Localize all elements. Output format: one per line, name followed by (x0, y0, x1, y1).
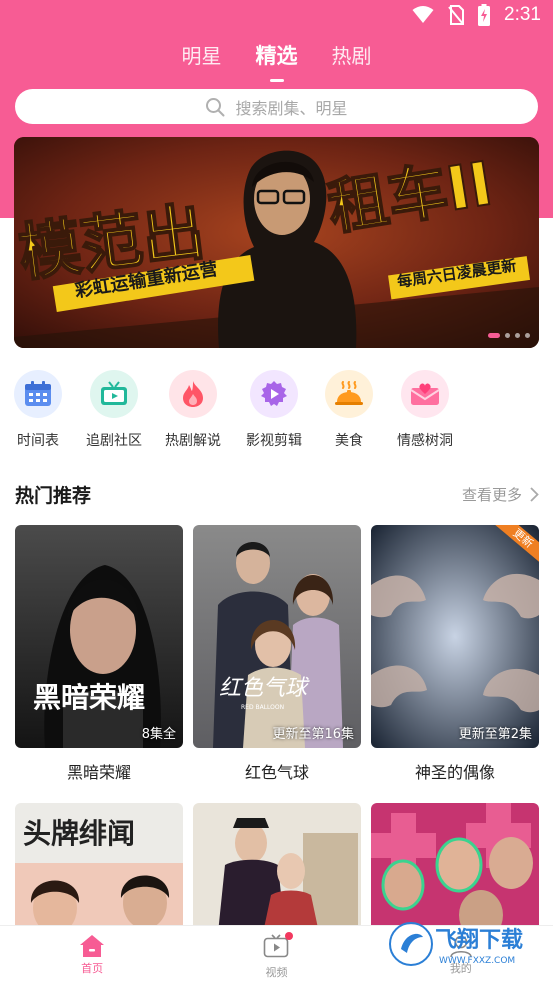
episode-status: 8集全 (141, 727, 176, 742)
poster-image: 头牌绯闻 (15, 803, 183, 933)
status-icons: 2:31 (412, 4, 541, 26)
banner-carousel[interactable]: 模范出 租车II 彩虹运输重新运营 每周六日凌晨更新 (14, 137, 539, 348)
see-more-link[interactable]: 查看更多 (462, 484, 539, 505)
poster-image (371, 525, 539, 748)
food-dish-icon (325, 370, 373, 418)
video-icon-wrap (263, 932, 294, 962)
poster-image: 红色气球 RED BALLOON (193, 525, 361, 748)
category-label: 追剧社区 (86, 433, 142, 449)
banner-dot (515, 333, 520, 338)
chevron-right-icon (530, 487, 539, 502)
search-placeholder: 搜索剧集、明星 (235, 98, 348, 118)
drama-card[interactable]: 黑暗荣耀 8集全 黑暗荣耀 (15, 525, 183, 783)
episode-status: 更新至第2集 (458, 727, 532, 742)
poster-subtitle-text: RED BALLOON (241, 704, 284, 711)
banner-dot (505, 333, 510, 338)
category-label: 影视剪辑 (246, 433, 302, 449)
category-label: 美食 (335, 433, 363, 449)
banner-image: 模范出 租车II 彩虹运输重新运营 每周六日凌晨更新 (14, 137, 539, 348)
nav-home[interactable]: 首页 (0, 926, 184, 983)
category-community[interactable]: 追剧社区 (74, 370, 154, 450)
heart-envelope-icon (401, 370, 449, 418)
tab-hot-dramas[interactable]: 热剧 (332, 40, 372, 84)
category-label: 时间表 (17, 433, 59, 449)
tv-community-icon (90, 370, 138, 418)
home-icon (80, 935, 105, 957)
nav-label: 视频 (265, 966, 288, 979)
watermark-domain: WWW.FXXZ.COM (439, 956, 515, 966)
category-clips[interactable]: 影视剪辑 (234, 370, 314, 450)
category-food[interactable]: 美食 (309, 370, 389, 450)
drama-title: 红色气球 (244, 763, 309, 782)
banner-dot (525, 333, 530, 338)
see-more-label: 查看更多 (461, 486, 522, 504)
tab-featured[interactable]: 精选 (256, 40, 298, 84)
battery-charging-icon (478, 4, 491, 26)
tab-stars[interactable]: 明星 (182, 40, 222, 84)
poster-title-text: 红色气球 (219, 676, 310, 701)
drama-poster: 黑暗荣耀 8集全 (15, 525, 183, 748)
clock: 2:31 (504, 4, 541, 25)
drama-card[interactable]: 更新 更新至第2集 神圣的偶像 (371, 525, 539, 783)
nav-video[interactable]: 视频 (184, 926, 368, 983)
banner-dot-active (488, 333, 500, 338)
poster-image (371, 803, 539, 933)
site-watermark: 飞翔下载 WWW.FXXZ.COM (389, 919, 539, 969)
drama-poster: 红色气球 RED BALLOON 更新至第16集 (193, 525, 361, 748)
search-icon (206, 97, 225, 116)
drama-poster: 更新 更新至第2集 (371, 525, 539, 748)
play-clip-icon (250, 370, 298, 418)
category-label: 热剧解说 (165, 433, 221, 449)
calendar-icon (14, 370, 62, 418)
drama-title: 神圣的偶像 (414, 763, 495, 782)
top-tabs: 明星 精选 热剧 (0, 40, 553, 84)
wifi-icon (412, 6, 434, 23)
no-sim-icon (448, 5, 465, 25)
notification-dot (285, 932, 294, 940)
status-bar: 2:31 (0, 0, 553, 32)
watermark-brand: 飞翔下载 (435, 927, 523, 953)
flame-icon (169, 370, 217, 418)
drama-card[interactable]: 红色气球 RED BALLOON 更新至第16集 红色气球 (193, 525, 361, 783)
category-label: 情感树洞 (397, 433, 453, 449)
poster-title-text: 黑暗荣耀 (33, 681, 145, 714)
drama-title: 黑暗荣耀 (66, 763, 131, 782)
banner-pagination (488, 333, 530, 338)
drama-card-partial[interactable] (371, 803, 539, 933)
episode-status: 更新至第16集 (272, 727, 354, 742)
category-row: 时间表 追剧社区 热剧解说 影视剪辑 美食 情感树洞 (0, 370, 553, 450)
drama-card-partial[interactable] (193, 803, 361, 933)
watermark-logo: 飞翔下载 WWW.FXXZ.COM (389, 922, 523, 966)
poster-title-text: 头牌绯闻 (23, 817, 135, 850)
poster-image: 黑暗荣耀 (15, 525, 183, 748)
section-title: 热门推荐 (15, 485, 92, 507)
search-input[interactable]: 搜索剧集、明星 (15, 89, 538, 124)
poster-image (193, 803, 361, 933)
category-emotion[interactable]: 情感树洞 (385, 370, 465, 450)
drama-card-partial[interactable]: 头牌绯闻 (15, 803, 183, 933)
nav-label: 首页 (81, 962, 104, 975)
category-schedule[interactable]: 时间表 (0, 370, 78, 450)
category-commentary[interactable]: 热剧解说 (153, 370, 233, 450)
